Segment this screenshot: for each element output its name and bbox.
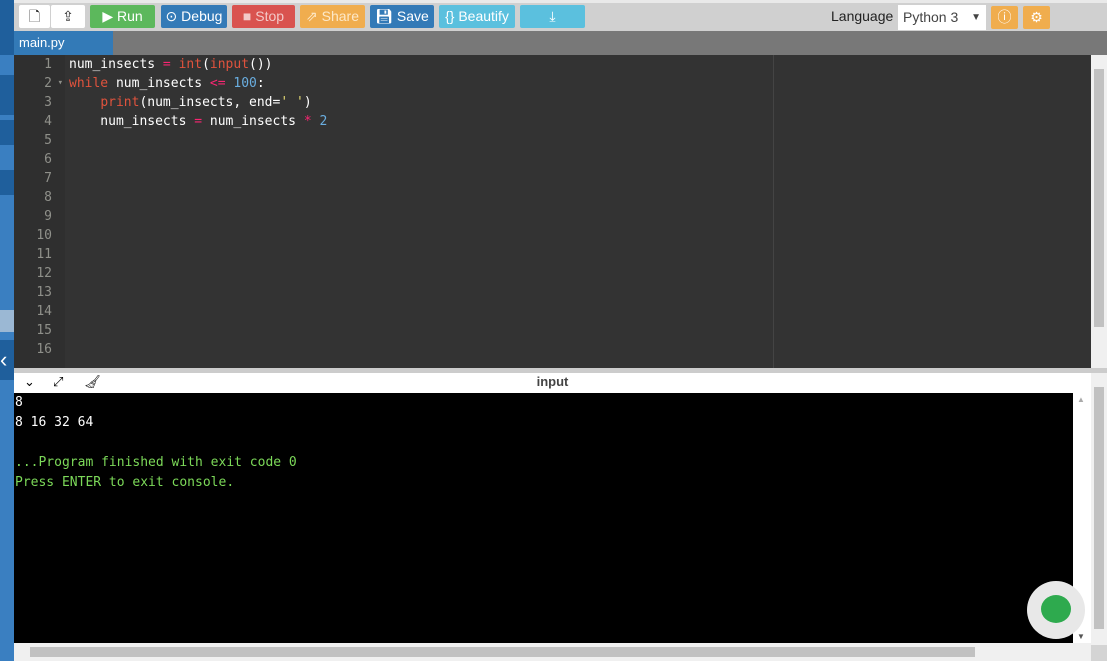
console-title: input	[536, 374, 569, 389]
file-tabs: main.py	[14, 31, 1107, 55]
console-line: Press ENTER to exit console.	[15, 475, 235, 490]
line-number-gutter: 1 2 ▾ 3 4 5 6 7 8 9 10 11 12 13 14 15 16	[14, 55, 65, 368]
language-select[interactable]: Python 3 ▼	[898, 5, 986, 30]
chat-icon	[1041, 595, 1071, 623]
tab-main-py[interactable]: main.py	[14, 31, 113, 55]
line-number: 1	[44, 57, 52, 72]
info-icon: ⓘ	[997, 9, 1012, 25]
console-line: ...Program finished with exit code 0	[15, 455, 297, 470]
line-number: 7	[44, 171, 52, 186]
horizontal-scrollbar[interactable]	[14, 643, 1091, 661]
share-icon: ⇗	[306, 8, 322, 24]
line-number: 8	[44, 190, 52, 205]
debug-button[interactable]: ⊙ Debug	[161, 5, 227, 28]
line-number: 10	[36, 228, 52, 243]
gear-icon: ⚙	[1030, 9, 1043, 25]
upload-button[interactable]: ⇪	[51, 5, 85, 28]
line-number: 3	[44, 95, 52, 110]
download-button[interactable]: ⤓	[520, 5, 585, 28]
run-button[interactable]: ▶ Run	[90, 5, 155, 28]
console-output[interactable]: 8 8 16 32 64 ...Program finished with exit…	[14, 393, 1073, 643]
new-file-button[interactable]: 🗋	[19, 5, 50, 28]
code-area[interactable]: num_insects = int(input()) while num_inse…	[65, 55, 1091, 368]
save-button[interactable]: 💾︎ Save	[370, 5, 434, 28]
left-sidebar: ‹	[0, 0, 14, 661]
dropdown-arrow-icon: ▼	[971, 12, 981, 23]
line-number: 16	[36, 342, 52, 357]
save-icon: 💾︎	[375, 8, 397, 24]
play-icon: ▶	[102, 8, 117, 24]
line-number: 15	[36, 323, 52, 338]
code-editor[interactable]: 1 2 ▾ 3 4 5 6 7 8 9 10 11 12 13 14 15 16 num_insects = i…	[14, 55, 1091, 368]
settings-button[interactable]: ⚙	[1023, 6, 1050, 29]
line-number: 9	[44, 209, 52, 224]
line-number: 4	[44, 114, 52, 129]
stop-icon: ■	[242, 8, 256, 24]
code-line: while num_insects <= 100:	[69, 76, 265, 91]
line-number: 2 ▾	[44, 74, 63, 93]
console-header: ⌄ ⤢ 🧹︎ input	[14, 373, 1091, 393]
editor-scrollbar[interactable]	[1091, 55, 1107, 368]
console-line: 8	[15, 395, 23, 410]
line-number: 6	[44, 152, 52, 167]
language-label: Language	[831, 8, 894, 24]
stop-button[interactable]: ■ Stop	[232, 5, 295, 28]
download-icon: ⤓	[549, 8, 556, 24]
chat-button[interactable]	[1027, 581, 1085, 639]
console-line: 8 16 32 64	[15, 415, 94, 430]
page-scrollbar[interactable]	[1091, 373, 1107, 645]
code-line: num_insects = num_insects * 2	[69, 114, 328, 129]
beautify-button[interactable]: {} Beautify	[439, 5, 515, 28]
share-button[interactable]: ⇗ Share	[300, 5, 365, 28]
line-number: 11	[36, 247, 52, 262]
line-number: 5	[44, 133, 52, 148]
line-number: 14	[36, 304, 52, 319]
fold-icon[interactable]: ▾	[58, 74, 63, 93]
line-number: 13	[36, 285, 52, 300]
info-button[interactable]: ⓘ	[991, 6, 1018, 29]
code-line: print(num_insects, end=' ')	[100, 95, 312, 110]
line-number: 12	[36, 266, 52, 281]
debug-icon: ⊙	[165, 8, 182, 24]
code-line: num_insects = int(input())	[69, 57, 273, 72]
toolbar: 🗋 ⇪ ▶ Run ⊙ Debug ■ Stop ⇗ Share 💾︎ Save…	[14, 0, 1107, 31]
